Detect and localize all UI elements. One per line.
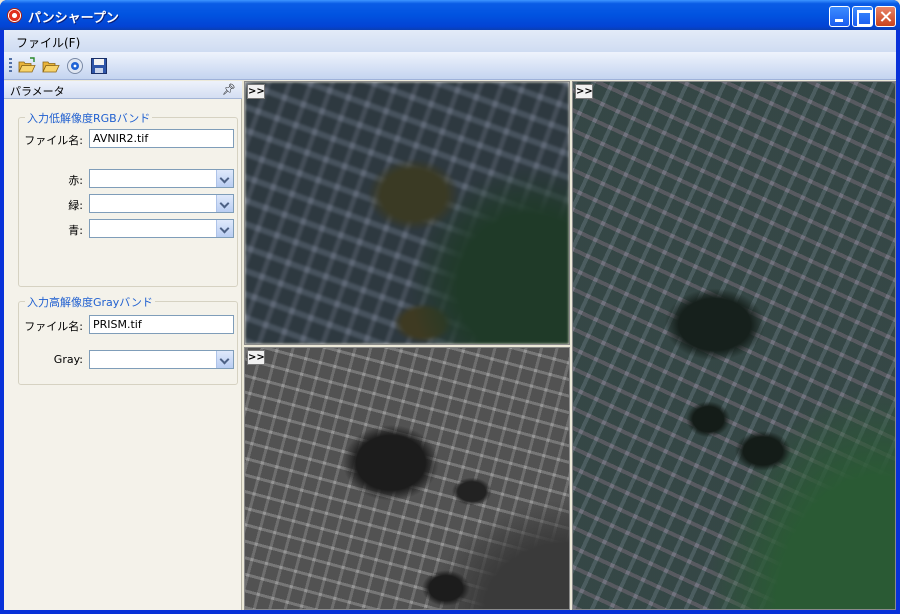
parameter-panel: パラメータ 📌︎ 入力低解像度RGBバンド ファイル名: AVNIR2.tif … [4,81,242,610]
green-band-select[interactable] [89,194,234,213]
maximize-button[interactable] [852,6,873,27]
disc-icon[interactable] [66,57,84,75]
expand-button[interactable]: >> [575,84,593,99]
gray-image-view[interactable]: >> [244,347,570,610]
blue-band-select[interactable] [89,219,234,238]
minimize-button[interactable] [829,6,850,27]
expand-button[interactable]: >> [247,350,265,365]
green-label: 緑: [68,199,83,212]
pin-icon[interactable]: 📌︎ [222,83,236,96]
app-window: パンシャープン ファイル(F) パラメータ 📌︎ 入力低解像度RGBバンド ファ… [0,0,900,614]
client-area: ファイル(F) パラメータ 📌︎ 入力低解像度RGBバンド ファイル名: AVN… [4,30,896,610]
rgb-file-input[interactable]: AVNIR2.tif [89,129,234,148]
save-icon[interactable] [90,57,108,75]
red-label: 赤: [68,174,83,187]
chevron-down-icon[interactable] [216,220,233,237]
open-folder-icon[interactable] [18,57,36,75]
window-title: パンシャープン [28,11,119,26]
chevron-down-icon[interactable] [216,351,233,368]
gray-band-label: Gray: [53,353,83,366]
blue-label: 青: [68,224,83,237]
menu-file[interactable]: ファイル(F) [16,34,80,51]
red-band-select[interactable] [89,169,234,188]
gray-file-label: ファイル名: [24,320,83,333]
app-icon [7,8,22,23]
menu-bar: ファイル(F) [4,30,896,52]
chevron-down-icon[interactable] [216,170,233,187]
close-button[interactable] [875,6,896,27]
chevron-down-icon[interactable] [216,195,233,212]
rgb-satellite-image [245,82,569,344]
toolbar [4,52,896,80]
pansharpened-satellite-image [573,82,895,609]
gray-band-group: 入力高解像度Grayバンド ファイル名: PRISM.tif Gray: [18,294,238,385]
rgb-band-group: 入力低解像度RGBバンド ファイル名: AVNIR2.tif 赤: 緑: 青: [18,110,238,287]
open-folder-icon[interactable] [42,57,60,75]
rgb-group-title: 入力低解像度RGBバンド [25,110,153,126]
panel-header: パラメータ 📌︎ [4,81,242,99]
gray-file-input[interactable]: PRISM.tif [89,315,234,334]
gray-band-select[interactable] [89,350,234,369]
rgb-file-label: ファイル名: [24,134,83,147]
title-bar[interactable]: パンシャープン [0,0,900,30]
rgb-image-view[interactable]: >> [244,81,570,345]
pansharpened-image-view[interactable]: >> [572,81,896,610]
expand-button[interactable]: >> [247,84,265,99]
gray-satellite-image [245,348,569,609]
panel-title: パラメータ [10,85,65,98]
toolbar-grip[interactable] [9,58,12,74]
gray-group-title: 入力高解像度Grayバンド [25,294,155,310]
